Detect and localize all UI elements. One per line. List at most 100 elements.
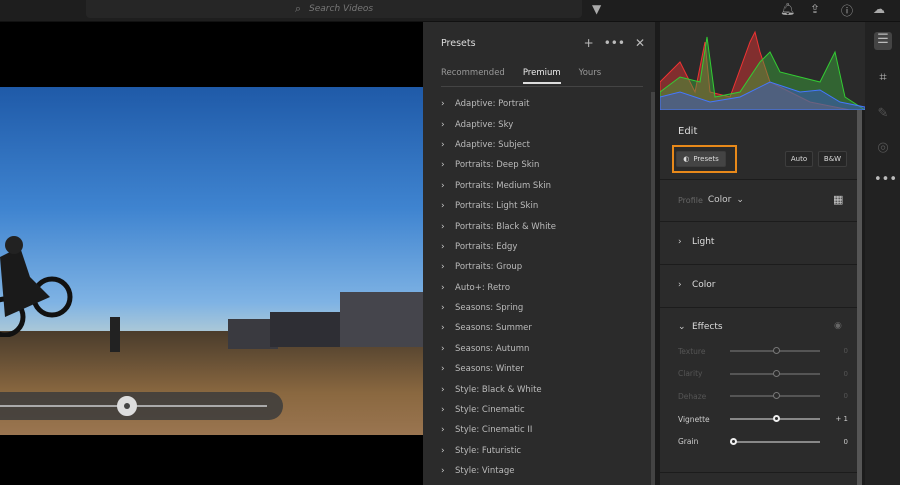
slider-track[interactable] (730, 392, 820, 400)
search-icon: ⌕ (294, 2, 302, 15)
chevron-right-icon: › (441, 303, 445, 314)
search-input[interactable]: ⌕ Search Videos (86, 0, 582, 18)
scrollbar[interactable] (651, 92, 655, 485)
share-icon[interactable]: ⇪ (810, 2, 820, 16)
preset-label: Portraits: Light Skin (455, 201, 539, 212)
chevron-right-icon: › (441, 139, 445, 150)
preset-item[interactable]: › Style: Vintage (441, 461, 556, 481)
filter-icon[interactable]: ▼ (592, 2, 601, 16)
more-icon[interactable]: ••• (604, 36, 625, 50)
presets-panel: Presets + ••• ✕ Recommended Premium Yours … (423, 22, 655, 485)
auto-button[interactable]: Auto (785, 151, 813, 167)
chevron-right-icon: › (441, 323, 445, 334)
preset-item[interactable]: › Adaptive: Portrait (441, 94, 556, 114)
preset-label: Auto+: Retro (455, 282, 511, 293)
presets-title: Presets (441, 38, 476, 49)
chevron-right-icon: › (441, 282, 445, 293)
chevron-right-icon: › (441, 405, 445, 416)
slider-label: Clarity (678, 369, 703, 379)
chevron-right-icon: › (441, 384, 445, 395)
chevron-right-icon: › (678, 237, 682, 247)
preset-item[interactable]: › Portraits: Medium Skin (441, 176, 556, 196)
chevron-right-icon: › (441, 445, 445, 456)
preset-item[interactable]: › Style: Cinematic II (441, 420, 556, 440)
more-icon[interactable]: ••• (874, 172, 897, 190)
preset-item[interactable]: › Style: Black & White (441, 379, 556, 399)
video-scrubber[interactable] (0, 392, 283, 420)
preset-item[interactable]: › Portraits: Deep Skin (441, 155, 556, 175)
preset-label: Seasons: Summer (455, 323, 532, 334)
preset-label: Portraits: Deep Skin (455, 160, 540, 171)
bw-button[interactable]: B&W (818, 151, 847, 167)
preset-item[interactable]: › Adaptive: Sky (441, 114, 556, 134)
slider-value[interactable]: + 1 (835, 415, 848, 423)
slider-handle[interactable] (730, 437, 737, 445)
chevron-right-icon: › (441, 160, 445, 171)
preset-item[interactable]: › Seasons: Spring (441, 298, 556, 318)
slider-value[interactable]: 0 (844, 370, 848, 378)
cloud-icon[interactable]: ☁ (873, 2, 885, 16)
tab-yours[interactable]: Yours (579, 68, 602, 84)
preset-item[interactable]: › Portraits: Edgy (441, 237, 556, 257)
slider-value[interactable]: 0 (844, 438, 848, 446)
chevron-right-icon: › (441, 262, 445, 273)
slider-handle[interactable] (773, 415, 781, 423)
preset-label: Portraits: Edgy (455, 241, 518, 252)
slider-clarity[interactable]: Clarity 0 (678, 367, 848, 381)
eye-icon[interactable]: ◉ (834, 321, 842, 331)
preset-item[interactable]: › Style: Futuristic (441, 441, 556, 461)
preset-label: Adaptive: Portrait (455, 99, 530, 110)
histogram (659, 22, 867, 111)
tab-premium[interactable]: Premium (522, 68, 561, 84)
scrollbar[interactable] (857, 110, 862, 485)
slider-track[interactable] (730, 369, 820, 377)
section-light[interactable]: › Light (678, 237, 714, 247)
scrubber-handle[interactable] (117, 396, 137, 416)
slider-grain[interactable]: Grain 0 (678, 435, 848, 449)
add-icon[interactable]: + (584, 36, 594, 50)
preset-item[interactable]: › Style: Cinematic (441, 400, 556, 420)
preset-list: › Adaptive: Portrait › Adaptive: Sky › Adapti… (441, 94, 556, 481)
profile-browser-icon[interactable]: ▦ (833, 193, 843, 206)
slider-value[interactable]: 0 (844, 392, 848, 400)
slider-value[interactable]: 0 (844, 347, 848, 355)
slider-track[interactable] (730, 347, 820, 354)
tab-recommended[interactable]: Recommended (441, 68, 505, 84)
profile-select[interactable]: Profile Color ⌄ (678, 195, 744, 205)
slider-label: Texture (678, 346, 706, 356)
masking-icon[interactable]: ◎ (874, 140, 892, 158)
chevron-right-icon: › (441, 364, 445, 375)
preset-item[interactable]: › Adaptive: Subject (441, 135, 556, 155)
preset-item[interactable]: › Seasons: Summer (441, 318, 556, 338)
edit-title: Edit (678, 126, 698, 137)
slider-label: Vignette (678, 414, 710, 424)
bell-icon[interactable]: 🔔︎ (780, 2, 795, 16)
chevron-right-icon: › (441, 466, 445, 477)
help-icon[interactable]: ⓘ (841, 2, 853, 19)
preset-item[interactable]: › Auto+: Retro (441, 278, 556, 298)
healing-icon[interactable]: ✎ (874, 106, 892, 124)
slider-handle[interactable] (773, 392, 780, 400)
preset-item[interactable]: › Seasons: Winter (441, 359, 556, 379)
slider-handle[interactable] (773, 347, 780, 354)
slider-handle[interactable] (773, 369, 780, 377)
preset-item[interactable]: › Portraits: Group (441, 257, 556, 277)
preset-item[interactable]: › Seasons: Autumn (441, 339, 556, 359)
edit-panel: Edit ◐ Presets Auto B&W Profile Color ⌄ ▦ ›… (660, 110, 862, 485)
section-effects[interactable]: ⌄ Effects (678, 322, 723, 332)
crop-icon[interactable]: ⌗ (874, 70, 892, 88)
slider-track[interactable] (730, 415, 820, 423)
edit-sliders-icon[interactable]: ☰ (874, 32, 892, 50)
preset-label: Seasons: Spring (455, 303, 524, 314)
close-icon[interactable]: ✕ (635, 36, 645, 50)
slider-track[interactable] (730, 437, 820, 445)
preset-item[interactable]: › Portraits: Light Skin (441, 196, 556, 216)
chevron-right-icon: › (441, 180, 445, 191)
slider-dehaze[interactable]: Dehaze 0 (678, 389, 848, 403)
preset-label: Style: Cinematic II (455, 425, 533, 436)
presets-button[interactable]: ◐ Presets (676, 151, 726, 167)
slider-vignette[interactable]: Vignette + 1 (678, 412, 848, 426)
slider-texture[interactable]: Texture 0 (678, 344, 848, 358)
section-color[interactable]: › Color (678, 280, 716, 290)
preset-item[interactable]: › Portraits: Black & White (441, 216, 556, 236)
